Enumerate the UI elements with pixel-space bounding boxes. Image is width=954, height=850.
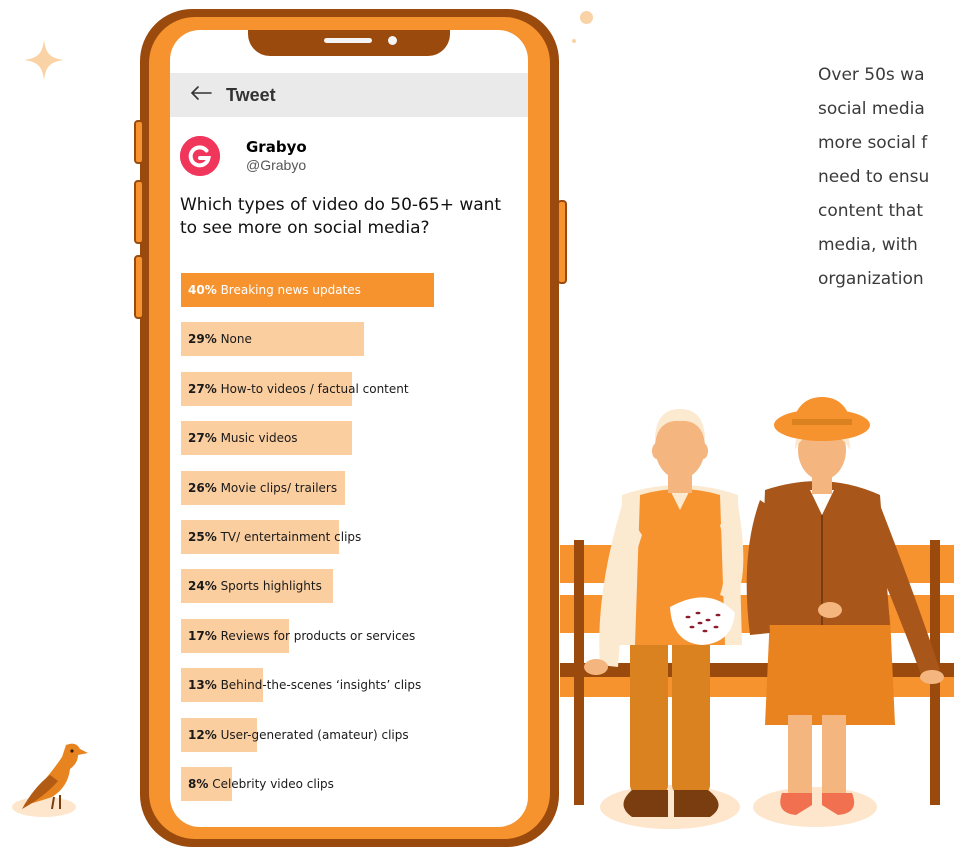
poll-option-text: Breaking news updates: [220, 283, 361, 297]
poll-percent: 12%: [188, 728, 217, 742]
poll-percent: 26%: [188, 481, 217, 495]
poll-option[interactable]: 13% Behind-the-scenes ‘insights’ clips: [181, 668, 511, 702]
paragraph-line: social media: [818, 99, 925, 119]
poll-option[interactable]: 25% TV/ entertainment clips: [181, 520, 511, 554]
poll-option-label: 12% User-generated (amateur) clips: [188, 718, 409, 752]
author-handle[interactable]: @Grabyo: [246, 157, 306, 174]
decorative-dot: [580, 11, 593, 24]
decorative-dot: [572, 39, 576, 43]
avatar[interactable]: [180, 136, 220, 176]
tweet-title: Tweet: [226, 85, 276, 105]
poll-option-label: 17% Reviews for products or services: [188, 619, 415, 653]
paragraph-line: media, with: [818, 235, 918, 255]
poll-percent: 40%: [188, 283, 217, 297]
poll-percent: 27%: [188, 382, 217, 396]
poll-option-text: User-generated (amateur) clips: [220, 728, 409, 742]
poll-option[interactable]: 27% How-to videos / factual content: [181, 372, 511, 406]
poll-percent: 27%: [188, 431, 217, 445]
poll-option-text: How-to videos / factual content: [220, 382, 409, 396]
intro-paragraph: Over 50s wa social media more social f n…: [818, 58, 954, 296]
poll-option-label: 27% Music videos: [188, 421, 298, 455]
poll-option-text: TV/ entertainment clips: [220, 530, 362, 544]
poll-percent: 8%: [188, 777, 209, 791]
paragraph-line: more social f: [818, 133, 928, 153]
poll-option-label: 8% Celebrity video clips: [188, 767, 334, 801]
poll-option-label: 26% Movie clips/ trailers: [188, 471, 337, 505]
wifi-icon: [468, 46, 484, 57]
poll-percent: 17%: [188, 629, 217, 643]
poll-option-text: Reviews for products or services: [220, 629, 416, 643]
phone-speaker: [324, 38, 372, 43]
poll-option-text: Behind-the-scenes ‘insights’ clips: [220, 678, 422, 692]
poll-option-label: 25% TV/ entertainment clips: [188, 520, 361, 554]
poll-option[interactable]: 29% None: [181, 322, 511, 356]
poll-option[interactable]: 26% Movie clips/ trailers: [181, 471, 511, 505]
poll-option[interactable]: 40% Breaking news updates: [181, 273, 511, 307]
battery-icon: [493, 49, 509, 55]
sparkle-icon: [24, 40, 64, 80]
poll-option-label: 13% Behind-the-scenes ‘insights’ clips: [188, 668, 421, 702]
poll-option-text: Music videos: [220, 431, 298, 445]
poll-option[interactable]: 12% User-generated (amateur) clips: [181, 718, 511, 752]
phone-notch: [248, 30, 450, 56]
paragraph-line: need to ensu: [818, 167, 930, 187]
poll-option-label: 40% Breaking news updates: [188, 273, 361, 307]
poll-option[interactable]: 27% Music videos: [181, 421, 511, 455]
elderly-couple-on-bench-illustration: [560, 397, 954, 829]
phone-side-button: [134, 255, 144, 319]
poll-option-label: 29% None: [188, 322, 252, 356]
poll-option[interactable]: 17% Reviews for products or services: [181, 619, 511, 653]
status-bar-icons: [468, 46, 509, 57]
poll-option-text: Movie clips/ trailers: [220, 481, 338, 495]
phone-side-button: [557, 200, 567, 284]
phone-side-button: [134, 120, 144, 164]
left-arrow-icon[interactable]: [190, 84, 212, 102]
grabyo-logo-icon: [180, 136, 220, 176]
tweet-question: Which types of video do 50-65+ want to s…: [180, 195, 502, 238]
phone-side-button: [134, 180, 144, 244]
bird-icon: [12, 743, 88, 817]
poll-option-label: 24% Sports highlights: [188, 569, 322, 603]
poll-percent: 25%: [188, 530, 217, 544]
poll-option-text: Celebrity video clips: [212, 777, 334, 791]
paragraph-line: Over 50s wa: [818, 65, 925, 85]
paragraph-line: content that: [818, 201, 924, 221]
poll-percent: 29%: [188, 332, 217, 346]
poll-option-text: None: [220, 332, 252, 346]
poll-percent: 24%: [188, 579, 217, 593]
author-name[interactable]: Grabyo: [246, 138, 307, 156]
poll-option-label: 27% How-to videos / factual content: [188, 372, 409, 406]
poll-option[interactable]: 8% Celebrity video clips: [181, 767, 511, 801]
tweet-header-bar: [170, 73, 528, 117]
poll-option[interactable]: 24% Sports highlights: [181, 569, 511, 603]
poll-option-text: Sports highlights: [220, 579, 322, 593]
paragraph-line: organization: [818, 269, 924, 289]
phone-camera: [388, 36, 397, 45]
poll-percent: 13%: [188, 678, 217, 692]
